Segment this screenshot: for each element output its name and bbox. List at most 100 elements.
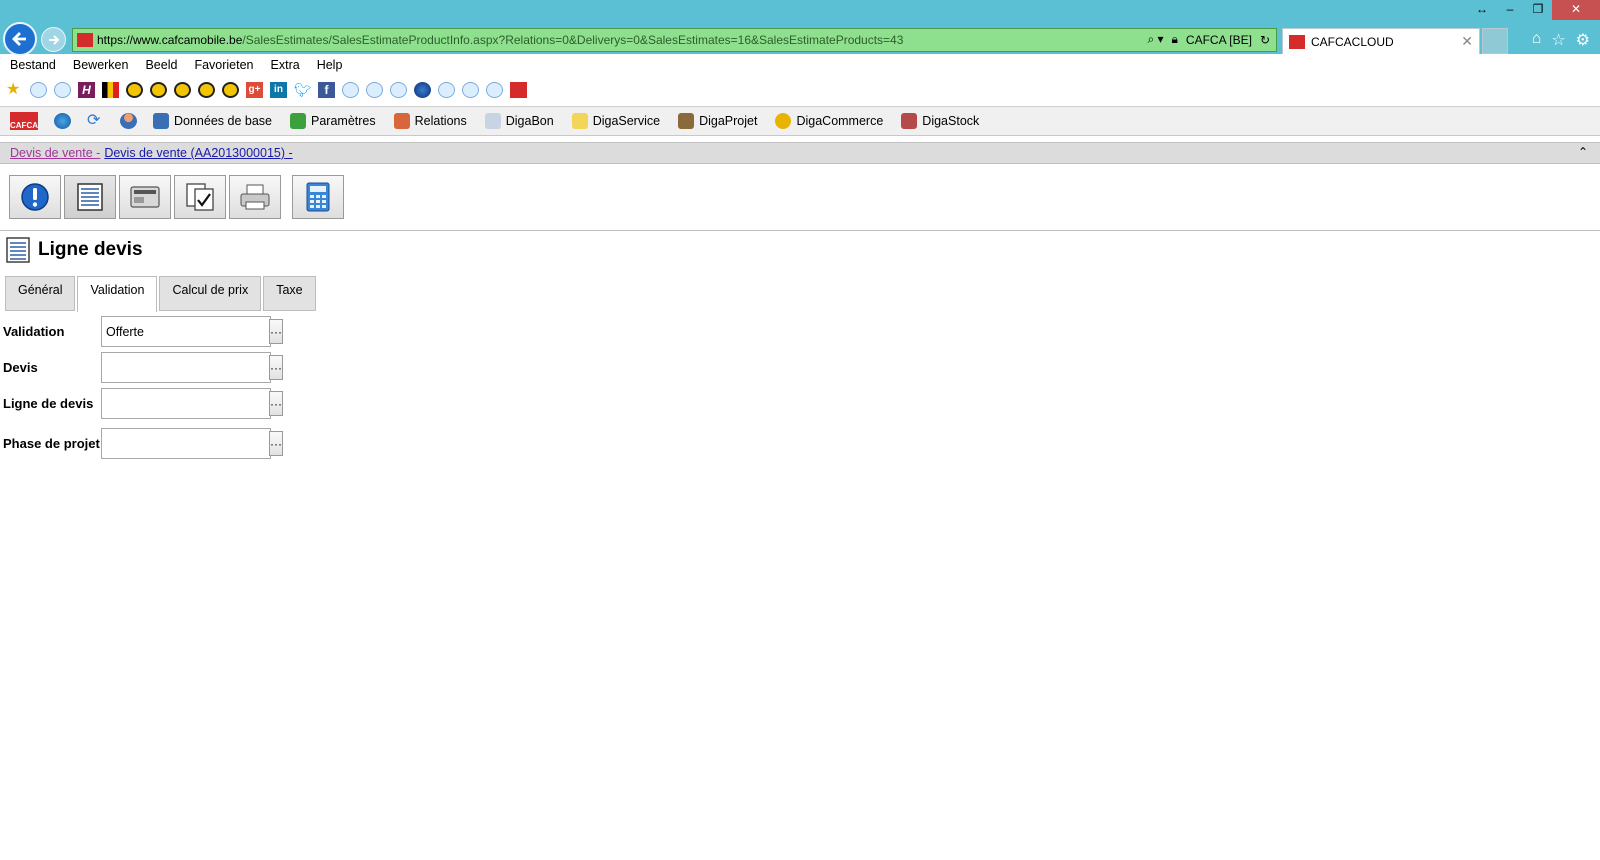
ie-page-icon[interactable] [486,82,503,98]
validation-lookup-button[interactable]: ··· [269,319,283,344]
ie-page-icon[interactable] [462,82,479,98]
new-tab-button[interactable] [1482,28,1508,54]
field-label: Validation [3,324,65,339]
truck-icon [901,113,918,129]
menu-item-bewerken[interactable]: Bewerken [73,58,129,72]
favorites-bar: ★ H g+ in 🐦︎ f [0,80,1600,100]
card-machine-icon [130,186,160,208]
card-button[interactable] [119,175,171,219]
minimize-icon[interactable]: – [1496,0,1524,20]
document-lines-icon [77,183,103,211]
url-path: /SalesEstimates/SalesEstimateProductInfo… [242,33,904,47]
ie-page-icon[interactable] [366,82,383,98]
ligne-de-devis-lookup-button[interactable]: ··· [269,391,283,416]
phase-de-projet-field: ··· [101,428,283,459]
bee-icon[interactable] [126,82,143,98]
toolbar-item-digabon[interactable]: DigaBon [484,113,554,129]
ie-page-icon[interactable] [54,82,71,98]
site-identity[interactable]: CAFCA [BE] [1186,33,1252,47]
bee-icon[interactable] [222,82,239,98]
toolbar-item-donnees-de-base[interactable]: Données de base [153,113,272,129]
site-favicon [77,33,93,47]
print-button[interactable] [229,175,281,219]
google-plus-icon[interactable]: g+ [246,82,263,98]
menu-bar: Bestand Bewerken Beeld Favorieten Extra … [0,54,1600,76]
phase-de-projet-lookup-button[interactable]: ··· [269,431,283,456]
action-bar [0,165,1600,231]
lock-icon[interactable]: 🔒︎ [1172,32,1178,47]
document-check-icon [186,183,214,211]
phase-de-projet-input[interactable] [102,429,267,458]
window-close-icon[interactable]: ✕ [1552,0,1600,20]
bee-icon[interactable] [198,82,215,98]
menu-item-bestand[interactable]: Bestand [10,58,56,72]
devis-lookup-button[interactable]: ··· [269,355,283,380]
back-arrow-icon [12,32,26,46]
browser-titlebar: ↔ – ❐ ✕ https://www.cafcamobile.be/Sales… [0,0,1600,56]
menu-item-extra[interactable]: Extra [271,58,300,72]
forward-button[interactable] [41,27,66,52]
ie-page-icon[interactable] [342,82,359,98]
user-icon[interactable] [120,113,137,129]
info-button[interactable] [9,175,61,219]
back-button[interactable] [3,22,37,56]
menu-item-help[interactable]: Help [317,58,343,72]
ie-page-icon[interactable] [30,82,47,98]
line-details-button[interactable] [64,175,116,219]
facebook-icon[interactable]: f [318,82,335,98]
address-bar[interactable]: https://www.cafcamobile.be/SalesEstimate… [72,28,1277,52]
refresh-icon[interactable]: ↻ [1260,33,1270,47]
toolbar-item-label: DigaProjet [699,114,758,128]
tab-calcul-de-prix[interactable]: Calcul de prix [159,276,262,311]
breadcrumb-parent-link[interactable]: Devis de vente - [10,146,100,160]
add-favorite-star-icon[interactable]: ★ [6,82,23,98]
ie-page-icon[interactable] [438,82,455,98]
validation-input[interactable] [102,317,267,346]
bee-icon[interactable] [174,82,191,98]
toolbar-item-digaservice[interactable]: DigaService [571,113,661,129]
people-icon [393,113,410,129]
belgium-flag-icon[interactable] [102,82,119,98]
url-host: https://www.cafcamobile.be [97,33,243,47]
globe-icon[interactable] [414,82,431,98]
restore-icon[interactable]: ❐ [1524,0,1552,20]
tab-general[interactable]: Général [5,276,76,311]
toolbar-item-label: DigaService [592,114,661,128]
favorites-star-icon[interactable]: ☆ [1551,30,1565,50]
tab-close-icon[interactable]: ✕ [1461,33,1473,50]
breadcrumb-current-link[interactable]: Devis de vente (AA2013000015) - [104,146,292,160]
validate-document-button[interactable] [174,175,226,219]
field-label: Phase de projet [3,436,100,451]
settings-gear-icon[interactable]: ⚙ [1576,30,1590,50]
cafca-favicon[interactable] [510,82,527,98]
globe-icon[interactable] [54,113,71,129]
home-icon[interactable]: ⌂ [1532,30,1542,50]
document-icon [484,113,501,129]
ie-page-icon[interactable] [390,82,407,98]
tab-taxe[interactable]: Taxe [263,276,316,311]
toolbar-item-parametres[interactable]: Paramètres [290,113,376,129]
tab-validation[interactable]: Validation [77,276,158,312]
sync-icon[interactable]: ⟳ [87,113,104,129]
linkedin-icon[interactable]: in [270,82,287,98]
h-logo-icon[interactable]: H [78,82,95,98]
devis-input[interactable] [102,353,267,382]
menu-item-favorieten[interactable]: Favorieten [194,58,253,72]
browser-tab[interactable]: CAFCACLOUD ✕ [1282,28,1480,54]
collapse-up-icon[interactable]: ⌃ [1578,145,1588,159]
calculator-button[interactable] [292,175,344,219]
resize-icon[interactable]: ↔ [1468,0,1496,20]
toolbar-item-relations[interactable]: Relations [393,113,467,129]
toolbar-item-digacommerce[interactable]: DigaCommerce [775,113,883,129]
bee-icon[interactable] [150,82,167,98]
toolbar-item-digaprojet[interactable]: DigaProjet [678,113,757,129]
ligne-de-devis-input[interactable] [102,389,267,418]
cafca-logo[interactable]: CAFCA [10,112,38,130]
menu-item-beeld[interactable]: Beeld [145,58,177,72]
toolbar-item-label: Paramètres [311,114,376,128]
twitter-icon[interactable]: 🐦︎ [294,82,312,98]
form-row-validation: Validation ··· [3,316,283,347]
search-icon[interactable]: ⌕ ▾ [1147,32,1163,47]
document-lines-icon [6,237,30,263]
toolbar-item-digastock[interactable]: DigaStock [901,113,979,129]
